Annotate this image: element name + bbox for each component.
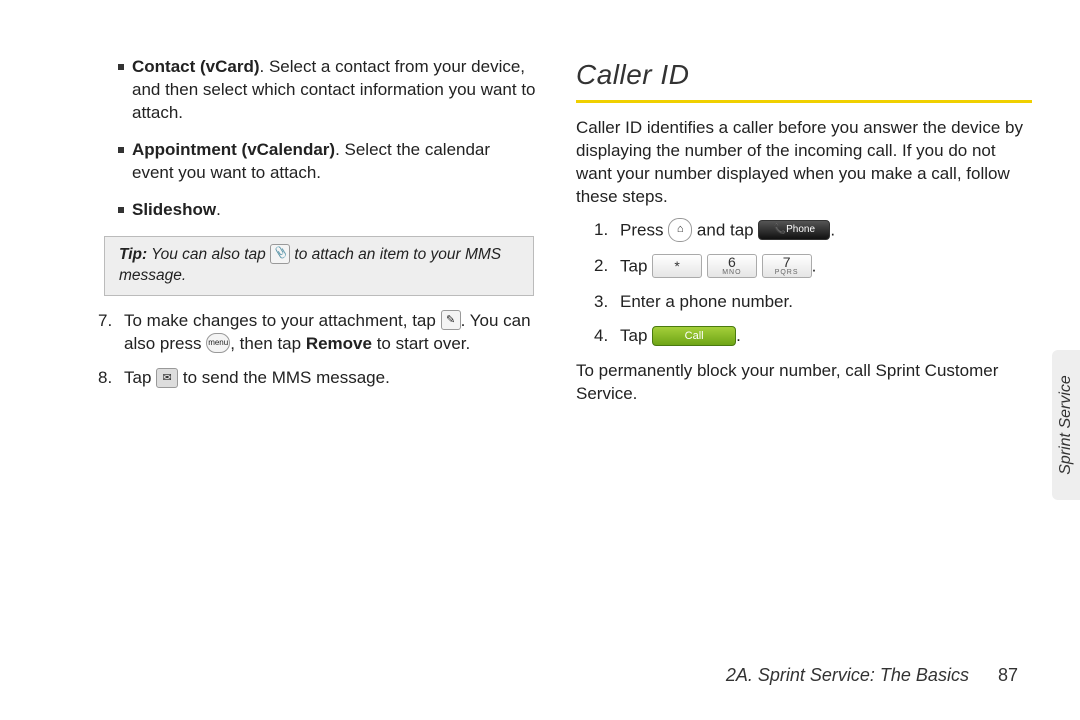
s2: Tap	[620, 256, 652, 275]
step-4: 4. Tap Call.	[594, 325, 1032, 348]
keypad-star: *	[652, 254, 702, 278]
sublist-item: Slideshow.	[118, 199, 536, 222]
outro-paragraph: To permanently block your number, call S…	[576, 360, 1032, 406]
step-2: 2. Tap * 6MNO 7PQRS.	[594, 255, 1032, 279]
item-bold: Appointment (vCalendar)	[132, 140, 335, 159]
step-number: 2.	[594, 255, 608, 278]
tip-box: Tip: You can also tap 📎 to attach an ite…	[104, 236, 534, 296]
heading-rule	[576, 100, 1032, 103]
step7-d: to start over.	[372, 334, 470, 353]
right-steps: 1. Press ⌂ and tap 📞 Phone. 2. Tap * 6MN…	[576, 219, 1032, 349]
s4: Tap	[620, 326, 652, 345]
item-bold: Slideshow	[132, 200, 216, 219]
remove-label: Remove	[306, 334, 372, 353]
left-column: Contact (vCard). Select a contact from y…	[62, 56, 536, 640]
left-steps: 7. To make changes to your attachment, t…	[80, 310, 536, 391]
step-7: 7. To make changes to your attachment, t…	[98, 310, 536, 356]
s1b: and tap	[692, 220, 758, 239]
intro-paragraph: Caller ID identifies a caller before you…	[576, 117, 1032, 209]
step-3: 3. Enter a phone number.	[594, 291, 1032, 314]
keypad-7: 7PQRS	[762, 254, 812, 278]
step7-a: To make changes to your attachment, tap	[124, 311, 441, 330]
step-number: 4.	[594, 325, 608, 348]
right-column: Caller ID Caller ID identifies a caller …	[566, 56, 1038, 640]
attachment-sublist: Contact (vCard). Select a contact from y…	[80, 56, 536, 222]
step-8: 8. Tap ✉ to send the MMS message.	[98, 367, 536, 390]
page-footer: 2A. Sprint Service: The Basics 87	[726, 665, 1018, 686]
send-icon: ✉	[156, 368, 178, 388]
phone-button: 📞 Phone	[758, 220, 830, 240]
step8-a: Tap	[124, 368, 156, 387]
item-bold: Contact (vCard)	[132, 57, 260, 76]
keypad-6: 6MNO	[707, 254, 757, 278]
step8-b: to send the MMS message.	[178, 368, 390, 387]
side-tab-label: Sprint Service	[1057, 375, 1075, 475]
step-number: 1.	[594, 219, 608, 242]
home-icon: ⌂	[668, 218, 692, 242]
s1a: Press	[620, 220, 668, 239]
step-1: 1. Press ⌂ and tap 📞 Phone.	[594, 219, 1032, 243]
menu-icon: menu	[206, 333, 230, 353]
sublist-item: Appointment (vCalendar). Select the cale…	[118, 139, 536, 185]
sublist-item: Contact (vCard). Select a contact from y…	[118, 56, 536, 125]
footer-page-number: 87	[998, 665, 1018, 685]
side-tab: Sprint Service	[1052, 350, 1080, 500]
tip-before: You can also tap	[147, 246, 270, 263]
tip-label: Tip:	[119, 246, 147, 263]
step7-c: , then tap	[230, 334, 306, 353]
footer-section: 2A. Sprint Service: The Basics	[726, 665, 969, 685]
attach-icon: 📎	[270, 244, 290, 264]
step-number: 7.	[98, 310, 112, 333]
section-heading: Caller ID	[576, 56, 1032, 94]
step-number: 3.	[594, 291, 608, 314]
s3: Enter a phone number.	[620, 292, 793, 311]
edit-icon: ✎	[441, 310, 461, 330]
item-rest: .	[216, 200, 221, 219]
step-number: 8.	[98, 367, 112, 390]
call-button: Call	[652, 326, 736, 346]
